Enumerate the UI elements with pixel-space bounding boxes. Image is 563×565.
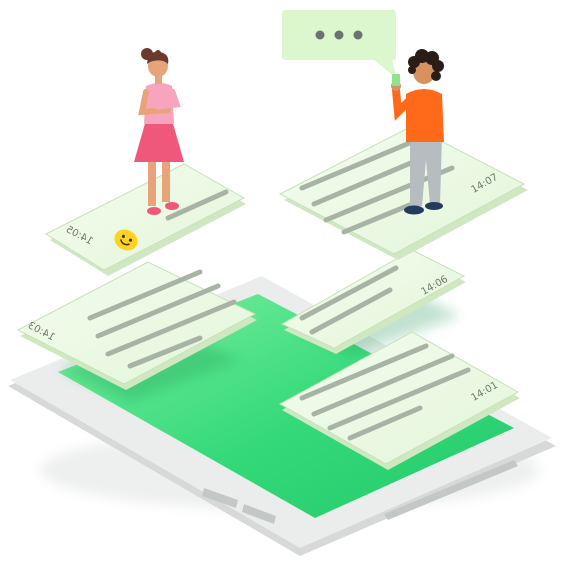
typing-bubble: [282, 10, 396, 78]
message-card-1407: 14:07: [278, 125, 528, 260]
message-card-1405: 14:05: [44, 163, 246, 276]
ellipsis-icon: [315, 30, 363, 40]
phone-icon: [392, 74, 400, 86]
chat-illustration: 14:03 14:06 14:01 14:05 14:07: [8, 10, 556, 556]
